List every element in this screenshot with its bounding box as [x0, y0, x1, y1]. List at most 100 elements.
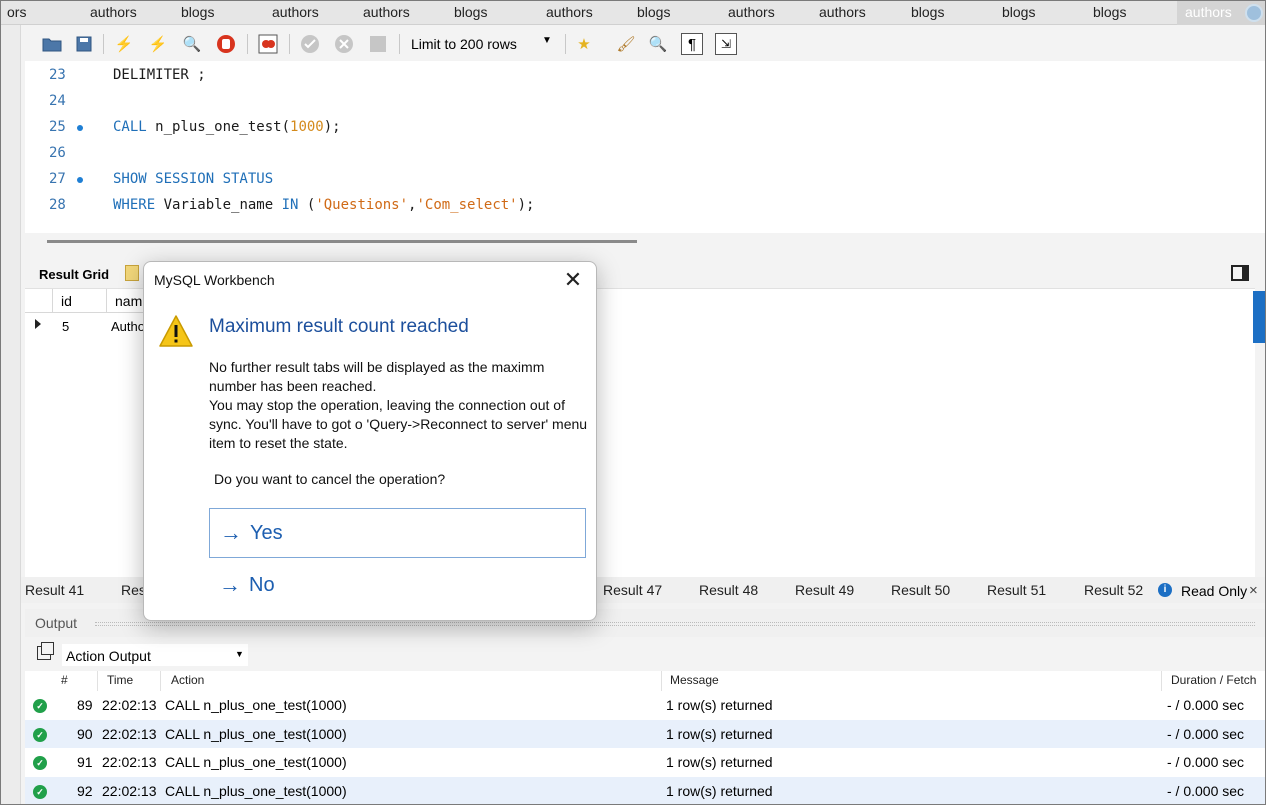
arrow-right-icon: → — [220, 520, 242, 545]
dialog-message-line: No further result tabs will be displayed… — [209, 359, 545, 394]
tab-scroll-icon[interactable] — [1245, 4, 1263, 22]
table-row[interactable]: ✓ 91 22:02:13 CALL n_plus_one_test(1000)… — [25, 748, 1265, 776]
grid-cell[interactable]: 5 — [62, 319, 69, 334]
side-panel-handle[interactable] — [1253, 291, 1265, 343]
row-action: CALL n_plus_one_test(1000) — [165, 754, 347, 770]
tab-item[interactable]: blogs — [1002, 4, 1035, 20]
output-table: # Time Action Message Duration / Fetch ✓… — [25, 671, 1265, 804]
result-tab[interactable]: Result 51 — [987, 582, 1046, 598]
code-line: SHOW SESSION STATUS — [113, 171, 274, 187]
row-action: CALL n_plus_one_test(1000) — [165, 726, 347, 742]
row-duration: - / 0.000 sec — [1167, 697, 1245, 713]
chevron-down-icon[interactable]: ▼ — [542, 35, 552, 46]
execute-current-icon[interactable]: ⚡ — [147, 33, 169, 55]
tab-item[interactable]: ors — [7, 4, 26, 20]
row-message: 1 row(s) returned — [666, 697, 773, 713]
output-type-select[interactable]: Action Output — [61, 643, 249, 667]
explain-icon[interactable]: 🔍 — [181, 33, 203, 55]
max-result-dialog: MySQL Workbench ✕ Maximum result count r… — [143, 261, 597, 621]
result-tab[interactable]: Result 50 — [891, 582, 950, 598]
code-line: CALL n_plus_one_test(1000); — [113, 119, 341, 135]
column-header[interactable]: Duration / Fetch — [1171, 673, 1256, 687]
tab-item[interactable]: blogs — [1093, 4, 1126, 20]
limit-rows-select[interactable]: Limit to 200 rows — [411, 33, 557, 55]
result-tab[interactable]: Result 48 — [699, 582, 758, 598]
row-number: 90 — [77, 726, 93, 742]
no-button[interactable]: → No — [209, 560, 586, 610]
column-header[interactable]: Message — [670, 673, 719, 687]
invisible-chars-icon[interactable]: ¶ — [681, 33, 703, 55]
chevron-down-icon[interactable]: ▼ — [235, 649, 244, 659]
tab-item[interactable]: authors — [363, 4, 410, 20]
success-icon: ✓ — [33, 785, 47, 799]
editor-horizontal-scrollbar[interactable] — [47, 240, 637, 243]
no-label: No — [249, 573, 275, 596]
grid-cell[interactable]: Autho — [111, 319, 145, 334]
copy-icon[interactable] — [37, 642, 54, 660]
sql-editor-toolbar: ⚡ ⚡ 🔍 Limit to 200 rows ▼ ★ 🖌 🔍 ¶ ⇲ — [25, 29, 1265, 61]
toggle-side-panel-icon[interactable] — [1231, 265, 1249, 281]
editor-tab-strip: ors authors blogs authors authors blogs … — [1, 1, 1265, 25]
result-tab[interactable]: Result 49 — [795, 582, 854, 598]
toggle-continue-icon[interactable] — [257, 33, 279, 55]
commit-icon[interactable] — [299, 33, 321, 55]
line-number: 26 — [49, 145, 66, 161]
output-selector-row: Action Output ▼ — [25, 639, 1265, 669]
row-action: CALL n_plus_one_test(1000) — [165, 697, 347, 713]
row-time: 22:02:13 — [102, 754, 157, 770]
code-line: WHERE Variable_name IN ('Questions','Com… — [113, 197, 535, 213]
execute-icon[interactable]: ⚡ — [113, 33, 135, 55]
close-icon[interactable]: ✕ — [560, 268, 586, 294]
find-icon[interactable]: 🔍 — [647, 33, 669, 55]
row-duration: - / 0.000 sec — [1167, 783, 1245, 799]
row-time: 22:02:13 — [102, 783, 157, 799]
row-time: 22:02:13 — [102, 697, 157, 713]
tab-item[interactable]: blogs — [911, 4, 944, 20]
sql-editor[interactable]: 23 DELIMITER ; 24 25 CALL n_plus_one_tes… — [25, 61, 1265, 233]
result-tab[interactable]: Result 47 — [603, 582, 662, 598]
tab-item[interactable]: blogs — [181, 4, 214, 20]
table-row[interactable]: ✓ 89 22:02:13 CALL n_plus_one_test(1000)… — [25, 691, 1265, 719]
yes-button[interactable]: → Yes — [209, 508, 586, 558]
current-row-icon — [35, 319, 41, 329]
success-icon: ✓ — [33, 756, 47, 770]
column-header[interactable]: # — [61, 673, 68, 687]
autocommit-icon[interactable] — [367, 33, 389, 55]
row-duration: - / 0.000 sec — [1167, 754, 1245, 770]
result-tab[interactable]: Result 41 — [25, 582, 84, 598]
wrap-icon[interactable]: ⇲ — [715, 33, 737, 55]
open-folder-icon[interactable] — [41, 33, 63, 55]
stop-icon[interactable] — [215, 33, 237, 55]
tab-item[interactable]: authors — [546, 4, 593, 20]
beautify-icon[interactable]: 🖌 — [615, 33, 637, 55]
line-number: 24 — [49, 93, 66, 109]
drag-handle[interactable] — [95, 622, 1255, 626]
tab-item[interactable]: blogs — [454, 4, 487, 20]
row-number: 92 — [77, 783, 93, 799]
column-header[interactable]: Action — [171, 673, 204, 687]
read-only-label: Read Only — [1181, 583, 1248, 599]
table-row[interactable]: ✓ 90 22:02:13 CALL n_plus_one_test(1000)… — [25, 720, 1265, 748]
tab-item[interactable]: authors — [728, 4, 775, 20]
dialog-heading: Maximum result count reached — [209, 316, 469, 337]
table-row[interactable]: ✓ 92 22:02:13 CALL n_plus_one_test(1000)… — [25, 777, 1265, 804]
close-icon[interactable]: × — [1249, 582, 1258, 599]
add-snippet-icon[interactable]: ★ — [573, 33, 595, 55]
info-icon: i — [1158, 583, 1172, 597]
form-editor-icon[interactable] — [125, 265, 139, 281]
result-grid-tab[interactable]: Result Grid — [39, 267, 109, 282]
tab-item[interactable]: authors — [272, 4, 319, 20]
result-tab[interactable]: Result 52 — [1084, 582, 1143, 598]
column-header[interactable]: id — [53, 289, 107, 313]
left-gutter — [1, 25, 21, 804]
row-message: 1 row(s) returned — [666, 783, 773, 799]
line-number: 25 — [49, 119, 66, 135]
tab-item[interactable]: blogs — [637, 4, 670, 20]
tab-item[interactable]: authors — [90, 4, 137, 20]
rollback-icon[interactable] — [333, 33, 355, 55]
grid-corner — [25, 289, 53, 313]
save-icon[interactable] — [73, 33, 95, 55]
line-number: 28 — [49, 197, 66, 213]
tab-item[interactable]: authors — [819, 4, 866, 20]
column-header[interactable]: Time — [107, 673, 133, 687]
